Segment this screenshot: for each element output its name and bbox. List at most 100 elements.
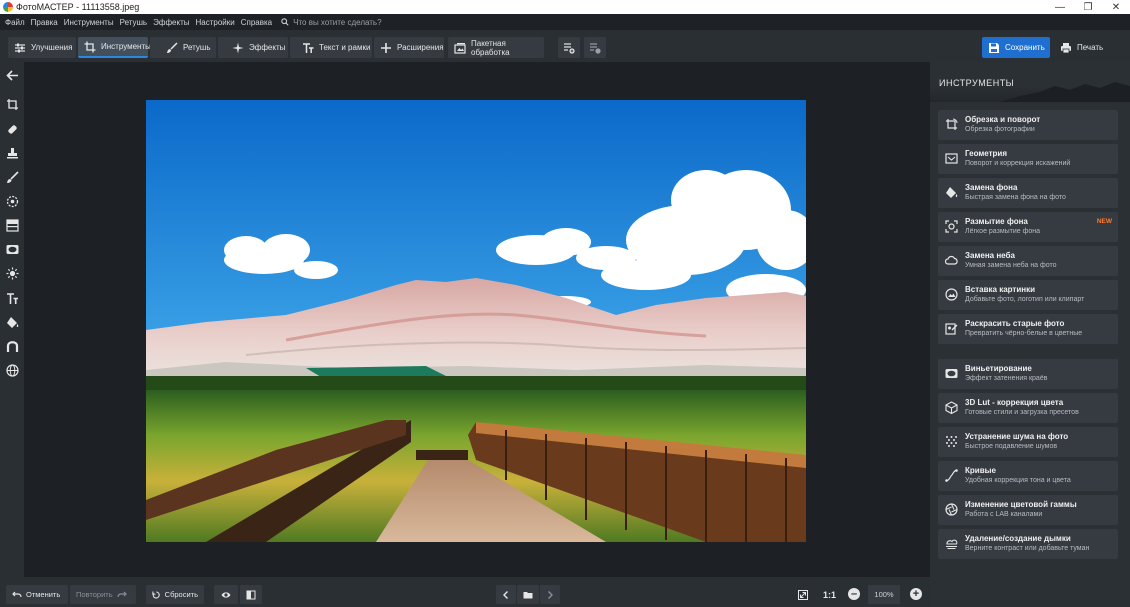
tool-insert-image[interactable]: Вставка картинки Добавьте фото, логотип … [938, 280, 1118, 310]
tab-batch-processing[interactable]: Пакетная обработка [448, 37, 544, 58]
tool-colorize-old-photos[interactable]: Раскрасить старые фото Превратить чёрно-… [938, 314, 1118, 344]
tab-tools[interactable]: Инструменты [78, 37, 151, 58]
tab-label: Расширения [397, 43, 444, 52]
tab-retouch[interactable]: Ретушь [150, 37, 216, 58]
tool-geometry[interactable]: Геометрия Поворот и коррекция искажений [938, 144, 1118, 174]
cube-icon [945, 401, 958, 414]
expand-icon [798, 589, 808, 600]
radial-icon[interactable] [4, 193, 20, 209]
menu-retouch[interactable]: Ретушь [120, 18, 148, 27]
left-toolbar [0, 62, 24, 577]
zoom-level[interactable]: 100% [868, 585, 900, 604]
menu-tools[interactable]: Инструменты [64, 18, 114, 27]
redo-button[interactable]: Повторить [70, 585, 136, 604]
tool-replace-background[interactable]: Замена фона Быстрая замена фона на фото [938, 178, 1118, 208]
zoom-in-button[interactable]: + [910, 588, 922, 600]
tool-crop-rotate[interactable]: Обрезка и поворот Обрезка фотографии [938, 110, 1118, 140]
tool-title: Раскрасить старые фото [965, 319, 1065, 328]
crop-rotate-icon[interactable] [4, 96, 20, 112]
tool-subtitle: Эффект затенения краёв [965, 375, 1048, 382]
tool-3d-lut[interactable]: 3D Lut - коррекция цвета Готовые стили и… [938, 393, 1118, 423]
tool-subtitle: Удобная коррекция тона и цвета [965, 477, 1071, 484]
globe-icon[interactable] [4, 362, 20, 378]
tool-subtitle: Обрезка фотографии [965, 126, 1035, 133]
panel-header: ИНСТРУМЕНТЫ [930, 62, 1130, 102]
tab-effects[interactable]: Эффекты [218, 37, 288, 58]
tab-enhancements[interactable]: Улучшения [8, 37, 76, 58]
print-button[interactable]: Печать [1054, 37, 1124, 58]
fill-icon[interactable] [4, 314, 20, 330]
menu-search[interactable]: Что вы хотите сделать? [281, 18, 382, 27]
back-arrow-icon[interactable] [4, 67, 20, 83]
redo-label: Повторить [76, 590, 113, 599]
maximize-icon[interactable]: ❐ [1074, 2, 1102, 13]
next-photo-button[interactable] [540, 585, 560, 604]
folder-icon [523, 591, 533, 598]
image-insert-icon [945, 288, 958, 301]
gradient-icon[interactable] [4, 217, 20, 233]
tab-label: Пакетная обработка [471, 38, 510, 57]
list-gear-icon [590, 42, 601, 54]
tool-curves[interactable]: Кривые Удобная коррекция тона и цвета [938, 461, 1118, 491]
vignette-icon[interactable] [4, 241, 20, 257]
tab-label: Ретушь [183, 43, 211, 52]
menu-file[interactable]: Файл [5, 18, 25, 27]
preview-toggle-button[interactable] [214, 585, 238, 604]
menu-settings[interactable]: Настройки [195, 18, 234, 27]
tool-noise-reduction[interactable]: Устранение шума на фото Быстрое подавлен… [938, 427, 1118, 457]
tool-vignette[interactable]: Виньетирование Эффект затенения краёв [938, 359, 1118, 389]
save-button[interactable]: Сохранить [982, 37, 1050, 58]
fit-screen-button[interactable] [793, 585, 813, 604]
chevron-left-icon [503, 590, 508, 599]
prev-photo-button[interactable] [496, 585, 516, 604]
undo-button[interactable]: Отменить [6, 585, 68, 604]
reset-label: Сбросить [164, 590, 198, 599]
curve-icon[interactable] [4, 338, 20, 354]
tool-title: 3D Lut - коррекция цвета [965, 398, 1064, 407]
landscape-photo [146, 100, 806, 542]
search-icon [281, 18, 289, 26]
text-icon[interactable] [4, 290, 20, 306]
minimize-icon[interactable]: — [1046, 2, 1074, 13]
tool-sky-replacement[interactable]: Замена неба Умная замена неба на фото [938, 246, 1118, 276]
menu-effects[interactable]: Эффекты [153, 18, 189, 27]
menu-edit[interactable]: Правка [31, 18, 58, 27]
chevron-right-icon [548, 590, 553, 599]
patch-icon[interactable] [4, 121, 20, 137]
title-bar: ФотоМАСТЕР - 11113558.jpeg — ❐ ✕ [0, 0, 1130, 14]
tool-subtitle: Верните контраст или добавьте туман [965, 545, 1090, 552]
actual-size-button[interactable]: 1:1 [817, 585, 841, 604]
tab-label: Текст и рамки [319, 43, 371, 52]
open-folder-button[interactable] [517, 585, 539, 604]
cloud-icon [945, 255, 958, 265]
list-settings-button[interactable] [584, 37, 606, 58]
photo-preview[interactable] [146, 100, 806, 542]
close-icon[interactable]: ✕ [1102, 2, 1130, 13]
tool-color-gamut[interactable]: Изменение цветовой гаммы Работа с LAB ка… [938, 495, 1118, 525]
vignette-icon [945, 369, 958, 378]
crop-rotate-icon [946, 118, 958, 130]
sliders-icon [15, 43, 25, 52]
light-icon[interactable] [4, 265, 20, 281]
add-to-list-button[interactable] [558, 37, 580, 58]
tab-label: Эффекты [249, 43, 286, 52]
undo-icon [12, 591, 22, 597]
tool-title: Замена неба [965, 251, 1015, 260]
tab-text-frames[interactable]: Текст и рамки [290, 37, 372, 58]
tool-subtitle: Работа с LAB каналами [965, 511, 1043, 518]
reset-button[interactable]: Сбросить [146, 585, 204, 604]
tab-label: Улучшения [31, 43, 73, 52]
sparkle-icon [232, 42, 244, 53]
zoom-out-button[interactable]: – [848, 588, 860, 600]
stamp-icon[interactable] [4, 145, 20, 161]
panel-title: ИНСТРУМЕНТЫ [939, 78, 1015, 88]
tool-title: Виньетирование [965, 364, 1032, 373]
tab-extensions[interactable]: Расширения [374, 37, 444, 58]
new-badge: NEW [1096, 218, 1112, 225]
tool-title: Изменение цветовой гаммы [965, 500, 1077, 509]
menu-help[interactable]: Справка [241, 18, 272, 27]
tool-background-blur[interactable]: Размытие фона Лёгкое размытие фона NEW [938, 212, 1118, 242]
tool-haze[interactable]: Удаление/создание дымки Верните контраст… [938, 529, 1118, 559]
brush-icon[interactable] [4, 169, 20, 185]
compare-button[interactable] [240, 585, 262, 604]
